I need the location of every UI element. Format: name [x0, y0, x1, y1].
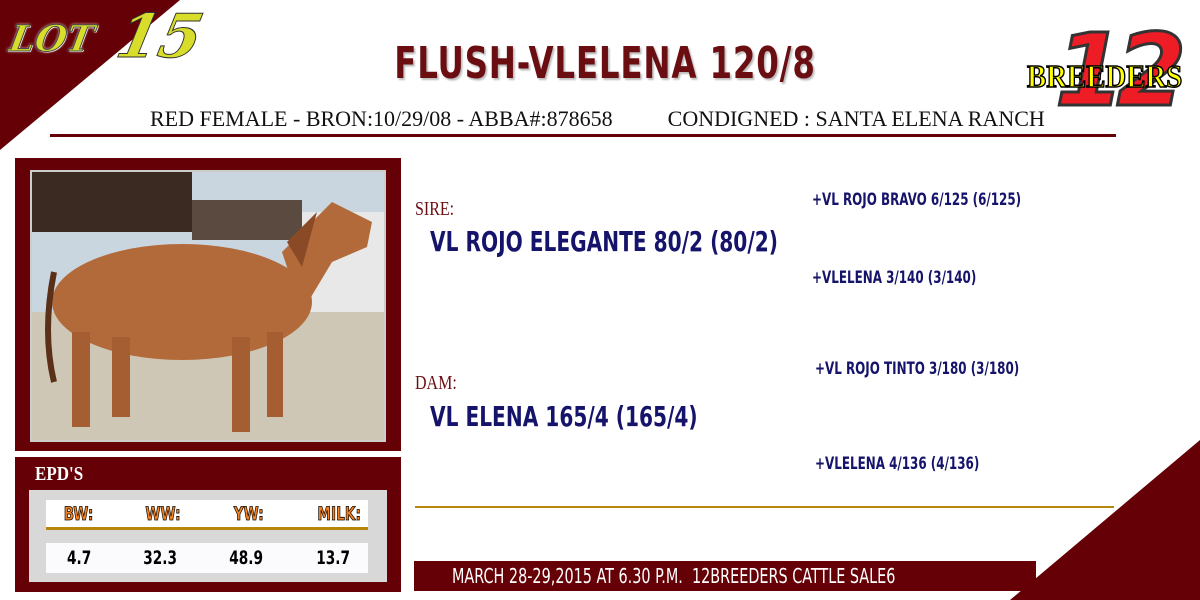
- photo-frame: [15, 158, 401, 451]
- epd-value-milk: 13.7: [316, 547, 350, 569]
- dam-name: VL ELENA 165/4 (165/4): [430, 400, 698, 433]
- animal-subtitle: RED FEMALE - BRON:10/29/08 - ABBA#:87865…: [150, 106, 1045, 132]
- header-divider: [50, 134, 1116, 137]
- sire-name: VL ROJO ELEGANTE 80/2 (80/2): [430, 225, 778, 258]
- dam-dam: +VLELENA 4/136 (4/136): [815, 454, 980, 474]
- epd-header-bw: BW:: [63, 503, 94, 526]
- sire-label: SIRE:: [415, 198, 455, 220]
- epd-value-ww: 32.3: [142, 547, 177, 569]
- animal-title: FLUSH-VLELENA 120/8: [394, 38, 816, 89]
- epd-value-yw: 48.9: [229, 547, 264, 569]
- dam-sire: +VL ROJO TINTO 3/180 (3/180): [815, 359, 1020, 379]
- cow-photo: [30, 170, 386, 442]
- breeders-logo: 12 BREEDERS: [1025, 11, 1187, 131]
- epd-value-bw: 4.7: [67, 547, 92, 569]
- sire-dam: +VLELENA 3/140 (3/140): [812, 268, 977, 288]
- epd-value-row: 4.7 32.3 48.9 13.7: [46, 543, 368, 573]
- consignor: CONDIGNED : SANTA ELENA RANCH: [667, 106, 1045, 131]
- epd-header-yw: YW:: [233, 503, 264, 526]
- animal-info: RED FEMALE - BRON:10/29/08 - ABBA#:87865…: [150, 106, 613, 131]
- logo-text: BREEDERS: [1026, 57, 1183, 95]
- sale-banner: MARCH 28-29,2015 AT 6.30 P.M. 12BREEDERS…: [414, 561, 1036, 591]
- epd-panel: EPD'S BW: WW: YW: MILK: 4.7 32.3 48.9 13…: [15, 457, 401, 592]
- pedigree-divider: [415, 506, 1114, 508]
- lot-label: LOT: [6, 18, 98, 61]
- corner-decoration-bottom-right: [1010, 440, 1200, 600]
- lot-number: 15: [110, 2, 209, 73]
- epd-header-ww: WW:: [145, 503, 182, 526]
- epd-table: BW: WW: YW: MILK: 4.7 32.3 48.9 13.7: [29, 490, 387, 582]
- sire-sire: +VL ROJO BRAVO 6/125 (6/125): [812, 190, 1022, 210]
- dam-label: DAM:: [415, 372, 457, 394]
- epd-title: EPD'S: [35, 463, 84, 485]
- sale-info: MARCH 28-29,2015 AT 6.30 P.M. 12BREEDERS…: [452, 564, 896, 588]
- epd-header-milk: MILK:: [317, 503, 361, 526]
- epd-header-row: BW: WW: YW: MILK:: [46, 500, 368, 530]
